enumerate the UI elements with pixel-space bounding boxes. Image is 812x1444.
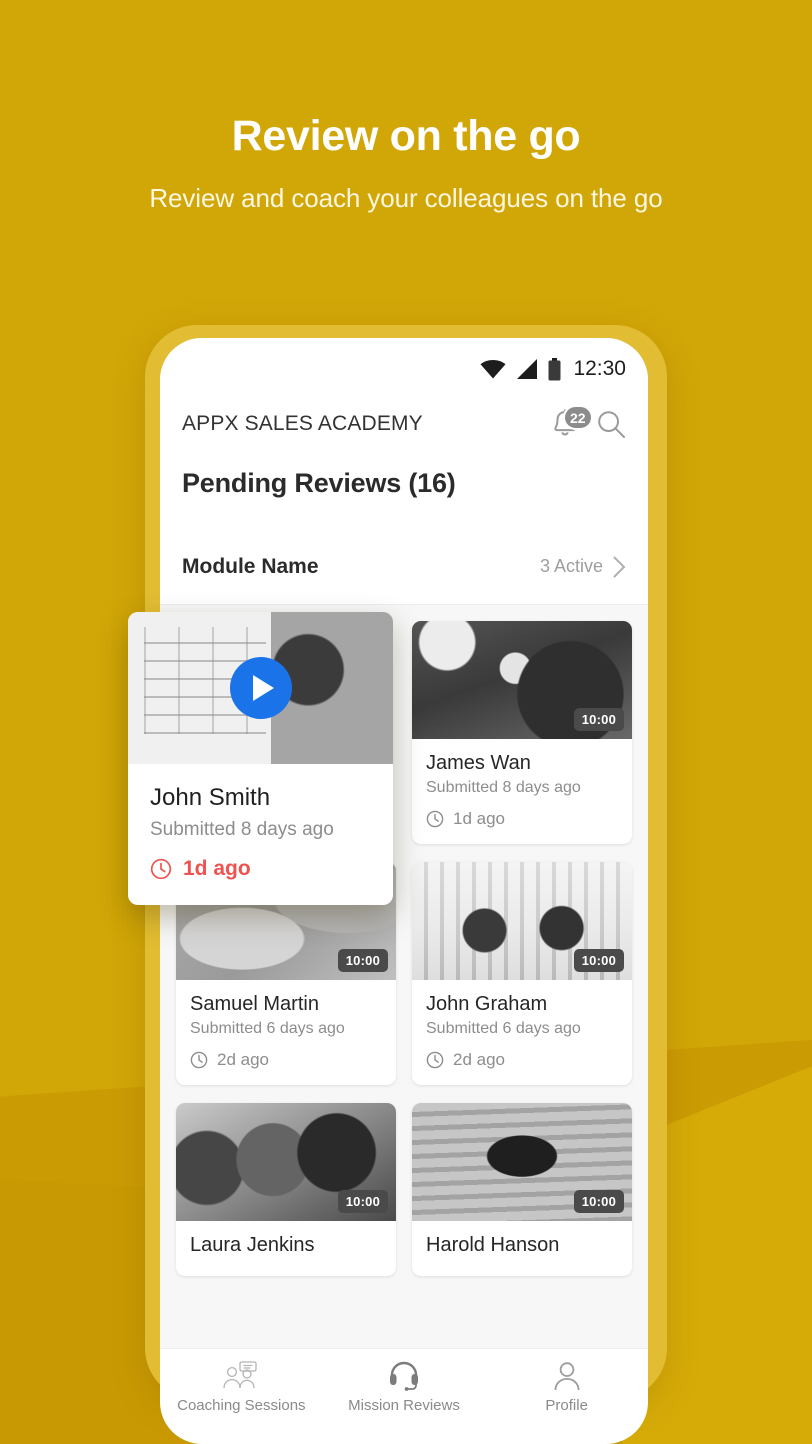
header-top-row: APPX SALES ACADEMY 22 [182,400,626,448]
play-icon[interactable] [229,657,292,719]
review-card-graham[interactable]: 10:00 John Graham Submitted 6 days ago 2… [412,862,632,1085]
featured-card-submitted: Submitted 8 days ago [150,819,334,840]
card-thumbnail[interactable]: 10:00 [412,862,632,980]
battery-icon [548,357,561,381]
hero-subtitle: Review and coach your colleagues on the … [149,183,663,214]
card-name: James Wan [426,752,531,774]
nav-label: Mission Reviews [348,1397,460,1414]
clock-icon [426,810,444,828]
card-body: Harold Hanson [412,1221,632,1276]
nav-item-profile[interactable]: Profile [485,1361,648,1414]
card-submitted: Submitted 6 days ago [426,1020,581,1037]
featured-card-name: John Smith [150,784,271,811]
card-submitted: Submitted 8 days ago [426,779,581,796]
nav-item-mission-reviews[interactable]: Mission Reviews [323,1361,486,1414]
featured-card-thumbnail[interactable] [128,612,393,764]
card-due-row: 1d ago [426,809,618,829]
card-thumbnail[interactable]: 10:00 [176,1103,396,1221]
duration-badge: 10:00 [337,1190,388,1213]
card-name: Harold Hanson [426,1234,560,1256]
review-card-laura[interactable]: 10:00 Laura Jenkins [176,1103,396,1276]
app-header: APPX SALES ACADEMY 22 Pending Reviews (1… [160,392,648,501]
people-chat-icon [220,1361,262,1391]
module-row-right: 3 Active [540,556,626,578]
header-actions: 22 [550,405,626,440]
nav-label: Coaching Sessions [177,1397,306,1414]
nav-label: Profile [545,1397,588,1414]
card-body: Laura Jenkins [176,1221,396,1276]
status-bar: 12:30 [160,338,648,392]
card-name: Laura Jenkins [190,1234,315,1256]
bottom-navigation: Coaching Sessions Mission Reviews Profil… [160,1348,648,1444]
clock-icon [426,1051,444,1069]
card-body: James Wan Submitted 8 days ago 1d ago [412,739,632,844]
featured-review-card[interactable]: John Smith Submitted 8 days ago 1d ago [128,612,393,905]
duration-badge: 10:00 [337,949,388,972]
review-card-james[interactable]: 10:00 James Wan Submitted 8 days ago 1d … [412,621,632,844]
card-due-text: 2d ago [217,1050,269,1069]
card-body: John Graham Submitted 6 days ago 2d ago [412,980,632,1085]
page-title: Pending Reviews (16) [182,468,456,498]
featured-card-due-text: 1d ago [183,857,251,880]
module-active-count: 3 Active [539,556,603,576]
headset-icon [388,1361,420,1391]
notification-count-badge: 22 [563,405,593,430]
card-thumbnail[interactable]: 10:00 [412,1103,632,1221]
module-row[interactable]: Module Name 3 Active [160,529,648,605]
duration-badge: 10:00 [573,1190,624,1213]
featured-card-due-row: 1d ago [150,857,371,881]
play-triangle [253,675,274,701]
card-body: Samuel Martin Submitted 6 days ago 2d ag… [176,980,396,1085]
featured-card-body: John Smith Submitted 8 days ago 1d ago [128,764,393,905]
card-due-text: 2d ago [453,1050,505,1069]
review-card-harold[interactable]: 10:00 Harold Hanson [412,1103,632,1276]
search-icon[interactable] [596,409,626,439]
card-name: Samuel Martin [190,993,319,1015]
hero-title: Review on the go [231,112,581,160]
wifi-icon [480,359,506,379]
hero-section: Review on the go Review and coach your c… [0,0,812,214]
promo-page: Review on the go Review and coach your c… [0,0,812,1444]
module-name-label: Module Name [182,554,319,578]
duration-badge: 10:00 [573,708,624,731]
card-submitted: Submitted 6 days ago [190,1020,345,1037]
clock-icon [190,1051,208,1069]
chevron-right-icon [613,556,626,578]
person-icon [552,1361,582,1391]
duration-badge: 10:00 [573,949,624,972]
status-time: 12:30 [573,357,626,380]
card-due-row: 2d ago [190,1050,382,1070]
card-due-row: 2d ago [426,1050,618,1070]
clock-icon [150,858,172,880]
card-name: John Graham [426,993,548,1015]
status-icon-group [480,357,561,381]
card-due-text: 1d ago [453,809,505,828]
brand-title: APPX SALES ACADEMY [182,412,423,435]
card-thumbnail[interactable]: 10:00 [412,621,632,739]
nav-item-coaching-sessions[interactable]: Coaching Sessions [160,1361,323,1414]
notifications-button[interactable]: 22 [550,405,593,440]
signal-icon [515,359,539,379]
